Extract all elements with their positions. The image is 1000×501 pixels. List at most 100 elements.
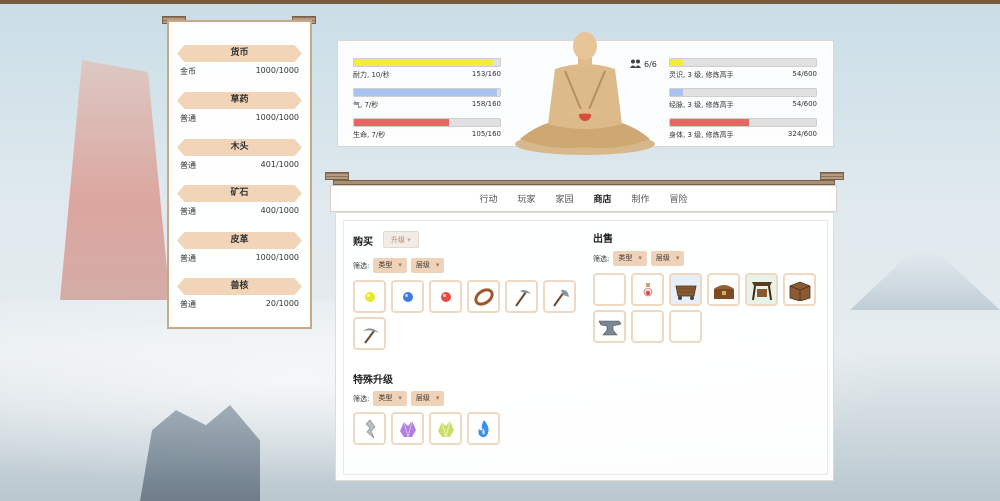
tier-filter-dropdown[interactable]: 层级 ▾: [410, 391, 445, 406]
upgrade-button[interactable]: 升级 ▾: [383, 231, 419, 248]
stat-label: 经脉, 3 级, 修炼高手: [669, 101, 734, 109]
type-filter-dropdown[interactable]: 类型 ▾: [613, 251, 647, 266]
resource-group-currency: 货币 金币 1000/1000: [177, 45, 302, 77]
resource-name: 普通: [180, 300, 196, 309]
top-border: [0, 0, 1000, 4]
stat-label: 气, 7/秒: [353, 101, 379, 109]
dropdown-label: 层级: [415, 394, 430, 402]
sell-filter-row: 筛选: 类型 ▾ 层级 ▾: [593, 251, 685, 266]
tier-filter-dropdown[interactable]: 层级 ▾: [410, 258, 445, 273]
health-bar: [353, 118, 501, 127]
bar-fill: [354, 119, 449, 126]
stat-label: 灵识, 3 级, 修炼高手: [669, 71, 734, 79]
resource-value: 1000/1000: [255, 66, 299, 75]
tab-action[interactable]: 行动: [469, 192, 507, 205]
shop-item-slot[interactable]: [353, 317, 386, 350]
filter-label: 筛选:: [593, 254, 610, 263]
wooden-crate-icon: [789, 281, 810, 301]
tab-player[interactable]: 玩家: [507, 192, 545, 205]
upgrade-label: 升级: [391, 236, 405, 244]
special-item-slot[interactable]: [429, 412, 462, 445]
dropdown-label: 层级: [655, 254, 670, 262]
background-cliff: [60, 60, 170, 300]
tier-filter-dropdown[interactable]: 层级 ▾: [650, 251, 685, 266]
sell-item-slot[interactable]: [669, 273, 702, 306]
dropdown-label: 类型: [378, 261, 393, 269]
bar-fill: [670, 119, 749, 126]
chevron-down-icon: ▾: [398, 261, 402, 269]
frame-ornament: [820, 172, 844, 180]
people-icon: [630, 59, 641, 70]
buy-filter-row: 筛选: 类型 ▾ 层级 ▾: [353, 258, 445, 273]
shop-item-slot[interactable]: [429, 280, 462, 313]
yellow-orb-icon: [364, 291, 375, 302]
tab-home[interactable]: 家园: [545, 192, 583, 205]
sell-item-slot[interactable]: [631, 273, 664, 306]
sell-item-slot[interactable]: [745, 273, 778, 306]
stat-label: 生命, 7/秒: [353, 131, 386, 139]
bar-fill: [354, 59, 493, 66]
stat-body: 身体, 3 级, 修炼高手 324/600: [669, 118, 817, 140]
sell-item-slot-empty[interactable]: [593, 273, 626, 306]
chevron-down-icon: ▾: [398, 394, 402, 402]
resource-group-ore: 矿石 普通 400/1000: [177, 185, 302, 217]
special-item-slot[interactable]: [353, 412, 386, 445]
shop-item-slot[interactable]: [543, 280, 576, 313]
disciple-capacity: 6/6: [630, 59, 657, 70]
stat-health: 生命, 7/秒 105/160: [353, 118, 501, 140]
buy-title: 购买: [353, 237, 373, 248]
special-upgrades-title: 特殊升级: [353, 375, 393, 386]
stat-value: 105/160: [471, 130, 501, 138]
tab-adventure[interactable]: 冒险: [660, 192, 698, 205]
resource-group-herbs: 草药 普通 1000/1000: [177, 92, 302, 124]
stat-label: 耐力, 10/秒: [353, 71, 390, 79]
stat-spirit-sense: 灵识, 3 级, 修炼高手 54/600: [669, 58, 817, 80]
sell-item-slot[interactable]: [783, 273, 816, 306]
body-bar: [669, 118, 817, 127]
resource-panel: 货币 金币 1000/1000 草药 普通 1000/1000 木头 普通 401/1…: [167, 20, 312, 329]
resource-value: 401/1000: [260, 160, 299, 169]
qi-bar: [353, 88, 501, 97]
stat-value: 54/600: [792, 100, 817, 108]
shop-item-slot[interactable]: [353, 280, 386, 313]
sell-item-slot[interactable]: [707, 273, 740, 306]
resource-name: 普通: [180, 254, 196, 263]
shop-item-slot[interactable]: [467, 280, 500, 313]
stat-stamina: 耐力, 10/秒 153/160: [353, 58, 501, 80]
special-item-slot[interactable]: [467, 412, 500, 445]
bar-fill: [670, 89, 684, 96]
scythe-icon: [514, 289, 531, 307]
bar-fill: [354, 89, 498, 96]
shop-item-slot[interactable]: [505, 280, 538, 313]
main-tabs: 行动 玩家 家园 商店 制作 冒险: [330, 185, 837, 212]
sell-item-slot-empty[interactable]: [631, 310, 664, 343]
resource-name: 普通: [180, 161, 196, 170]
cart-icon: [675, 285, 696, 300]
resource-group-wood: 木头 普通 401/1000: [177, 139, 302, 171]
stat-label: 身体, 3 级, 修炼高手: [669, 131, 734, 139]
resource-value: 1000/1000: [255, 113, 299, 122]
stat-meridians: 经脉, 3 级, 修炼高手 54/600: [669, 88, 817, 110]
red-orb-icon: [440, 291, 451, 302]
pickaxe-icon: [362, 327, 379, 344]
tab-shop[interactable]: 商店: [584, 192, 622, 205]
sell-item-slot-empty[interactable]: [669, 310, 702, 343]
resource-value: 20/1000: [265, 299, 299, 308]
shop-item-slot[interactable]: [391, 280, 424, 313]
forge-stand-icon: [751, 281, 772, 300]
resource-group-leather: 皮革 普通 1000/1000: [177, 232, 302, 264]
spirit-sense-bar: [669, 58, 817, 67]
resource-name: 金币: [180, 67, 196, 76]
sell-item-slot[interactable]: [593, 310, 626, 343]
blue-orb-icon: [402, 291, 413, 302]
silver-shard-icon: [365, 419, 375, 438]
chevron-down-icon: ▾: [435, 394, 440, 402]
resource-value: 400/1000: [260, 206, 299, 215]
special-item-slot[interactable]: [391, 412, 424, 445]
frame-ornament: [325, 172, 349, 180]
type-filter-dropdown[interactable]: 类型 ▾: [373, 258, 407, 273]
resource-header: 皮革: [177, 232, 302, 249]
tab-craft[interactable]: 制作: [622, 192, 660, 205]
stats-panel: 耐力, 10/秒 153/160 气, 7/秒 158/160 生命, 7/秒 105…: [337, 32, 834, 155]
type-filter-dropdown[interactable]: 类型 ▾: [373, 391, 407, 406]
